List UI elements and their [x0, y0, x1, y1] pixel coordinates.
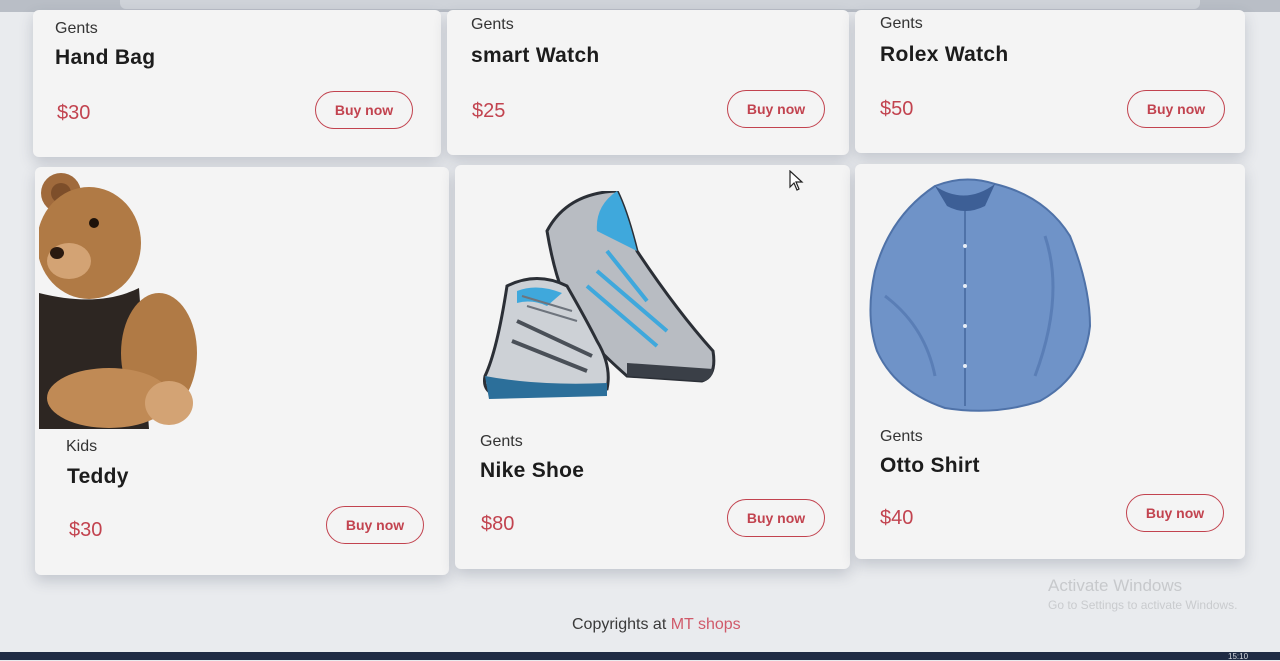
- buy-now-button[interactable]: Buy now: [727, 499, 825, 537]
- product-name: Rolex Watch: [880, 43, 1009, 66]
- buy-now-button[interactable]: Buy now: [727, 90, 825, 128]
- product-category: Gents: [880, 428, 923, 445]
- browser-strip: [120, 0, 1200, 9]
- product-card-smart-watch: Gents smart Watch $25 Buy now: [447, 10, 849, 155]
- product-name: smart Watch: [471, 44, 600, 67]
- buy-now-button[interactable]: Buy now: [315, 91, 413, 129]
- product-card-teddy: Kids Teddy $30 Buy now: [35, 167, 449, 575]
- activate-windows-title: Activate Windows: [1048, 576, 1183, 595]
- product-category: Gents: [480, 433, 523, 450]
- product-category: Gents: [55, 20, 98, 37]
- product-price: $50: [880, 98, 914, 120]
- activate-windows-subtitle: Go to Settings to activate Windows.: [1048, 598, 1238, 612]
- product-category: Kids: [66, 438, 98, 455]
- footer-copyright: Copyrights at MT shops: [572, 616, 741, 634]
- product-name: Nike Shoe: [480, 459, 585, 482]
- sneakers-image: [483, 191, 716, 399]
- product-category: Gents: [471, 16, 514, 33]
- product-name: Hand Bag: [55, 46, 156, 69]
- product-card-hand-bag: Gents Hand Bag $30 Buy now: [33, 10, 441, 157]
- product-price: $40: [880, 507, 914, 529]
- product-price: $30: [57, 102, 91, 124]
- product-card-nike-shoe: Gents Nike Shoe $80 Buy now: [455, 165, 850, 569]
- product-category: Gents: [880, 15, 923, 32]
- buy-now-button[interactable]: Buy now: [1127, 90, 1225, 128]
- mouse-cursor-icon: [789, 170, 804, 191]
- footer-prefix: Copyrights at: [572, 616, 667, 633]
- buy-now-button[interactable]: Buy now: [1126, 494, 1224, 532]
- product-price: $25: [472, 100, 506, 122]
- teddy-bear-image: [39, 173, 199, 429]
- product-price: $80: [481, 513, 515, 535]
- blue-shirt-image: [869, 178, 1092, 412]
- buy-now-button[interactable]: Buy now: [326, 506, 424, 544]
- product-card-rolex-watch: Gents Rolex Watch $50 Buy now: [855, 10, 1245, 153]
- product-name: Otto Shirt: [880, 454, 980, 477]
- footer-brand-link[interactable]: MT shops: [671, 616, 741, 633]
- product-price: $30: [69, 519, 103, 541]
- product-card-otto-shirt: Gents Otto Shirt $40 Buy now: [855, 164, 1245, 559]
- product-name: Teddy: [67, 465, 129, 488]
- taskbar: [0, 652, 1280, 660]
